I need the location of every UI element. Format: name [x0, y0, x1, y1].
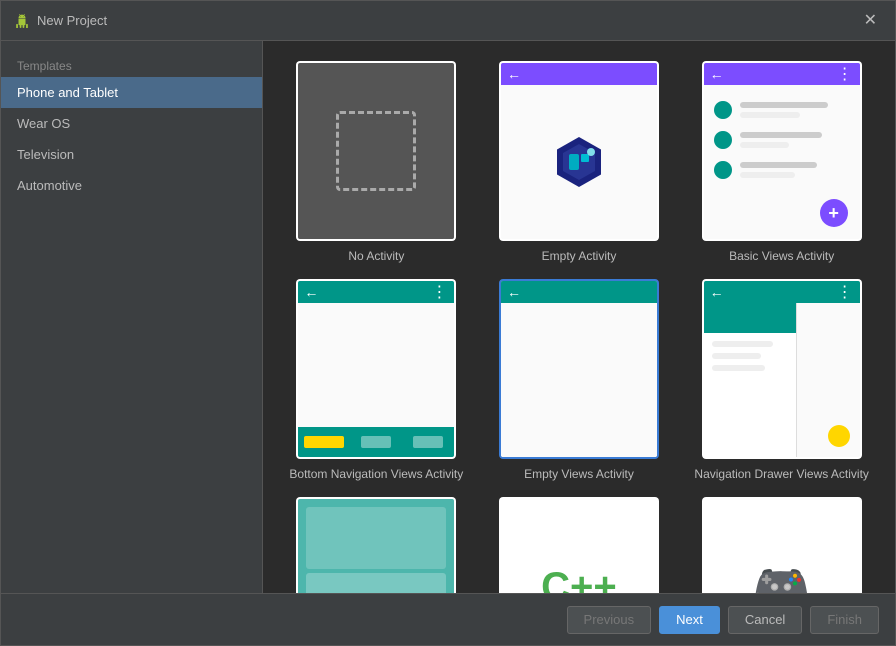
- fab-plus-icon: +: [820, 199, 848, 227]
- game-activity-visual: [298, 499, 454, 593]
- template-gamepad[interactable]: 🎮 Native Game Activity: [688, 497, 875, 593]
- template-empty-activity[interactable]: ←: [486, 61, 673, 263]
- dialog-footer: Previous Next Cancel Finish: [1, 593, 895, 645]
- template-no-activity[interactable]: No Activity: [283, 61, 470, 263]
- cancel-button[interactable]: Cancel: [728, 606, 802, 634]
- cpp-label: C++: [541, 565, 617, 594]
- template-label-empty-views: Empty Views Activity: [524, 467, 634, 481]
- template-nav-drawer[interactable]: ← ⋮: [688, 279, 875, 481]
- template-basic-views[interactable]: ← ⋮: [688, 61, 875, 263]
- new-project-dialog: New Project ✕ Templates Phone and Tablet…: [0, 0, 896, 646]
- sidebar: Templates Phone and Tablet Wear OS Telev…: [1, 41, 263, 593]
- template-grid: No Activity ←: [263, 41, 895, 593]
- dialog-title: New Project: [37, 13, 107, 28]
- template-thumb-nav-drawer: ← ⋮: [702, 279, 862, 459]
- drawer-header: [704, 303, 797, 333]
- overflow-bottomnav-icon: ⋮: [431, 282, 448, 302]
- template-thumb-empty-views: ←: [499, 279, 659, 459]
- bottom-nav-item-2: [350, 427, 402, 457]
- bottom-nav-item-3: [402, 427, 454, 457]
- next-button[interactable]: Next: [659, 606, 720, 634]
- topbar-teal-bottomnav: ← ⋮: [298, 281, 454, 303]
- topbar-teal-navdrawer: ← ⋮: [704, 281, 860, 303]
- empty-views-body: [501, 303, 657, 457]
- template-thumb-basic-views: ← ⋮: [702, 61, 862, 241]
- template-thumb-native-cpp: C++: [499, 497, 659, 593]
- cpp-visual: C++: [501, 499, 657, 593]
- topbar-purple: ←: [501, 63, 657, 85]
- back-arrow-navdrawer-icon: ←: [710, 284, 724, 300]
- back-arrow-basic-icon: ←: [710, 66, 724, 82]
- bottom-nav-bar: [298, 427, 454, 457]
- drawer-panel: [704, 303, 798, 457]
- template-native-cpp[interactable]: C++ Native C++: [486, 497, 673, 593]
- template-thumb-no-activity: [296, 61, 456, 241]
- template-empty-views[interactable]: ← Empty Views Activity: [486, 279, 673, 481]
- template-game-activity[interactable]: Game Activity: [283, 497, 470, 593]
- main-content: No Activity ←: [263, 41, 895, 593]
- template-thumb-bottom-nav: ← ⋮: [296, 279, 456, 459]
- template-thumb-empty-activity: ←: [499, 61, 659, 241]
- template-label-nav-drawer: Navigation Drawer Views Activity: [694, 467, 869, 481]
- topbar-purple-basic: ← ⋮: [704, 63, 860, 85]
- sidebar-item-wear-os[interactable]: Wear OS: [1, 108, 262, 139]
- bottom-nav-body: [298, 303, 454, 457]
- dialog-content: Templates Phone and Tablet Wear OS Telev…: [1, 41, 895, 593]
- sidebar-category: Templates: [1, 51, 262, 77]
- app-icon: [549, 132, 609, 192]
- template-label-bottom-nav: Bottom Navigation Views Activity: [289, 467, 463, 481]
- previous-button[interactable]: Previous: [567, 606, 652, 634]
- sidebar-item-phone-tablet[interactable]: Phone and Tablet: [1, 77, 262, 108]
- bottom-nav-item-1: [298, 427, 350, 457]
- template-label-empty-activity: Empty Activity: [542, 249, 617, 263]
- finish-button[interactable]: Finish: [810, 606, 879, 634]
- back-arrow-emptyviews-icon: ←: [507, 284, 521, 300]
- dashed-rect-icon: [336, 111, 416, 191]
- overflow-navdrawer-icon: ⋮: [837, 282, 854, 302]
- template-label-no-activity: No Activity: [348, 249, 404, 263]
- title-bar: New Project ✕: [1, 1, 895, 41]
- gamepad-icon: 🎮: [752, 559, 812, 594]
- template-thumb-gamepad: 🎮: [702, 497, 862, 593]
- sidebar-item-television[interactable]: Television: [1, 139, 262, 170]
- topbar-teal-emptyviews: ←: [501, 281, 657, 303]
- template-thumb-game-activity: [296, 497, 456, 593]
- empty-activity-body: [501, 85, 657, 239]
- sidebar-item-automotive[interactable]: Automotive: [1, 170, 262, 201]
- basic-views-body: +: [704, 85, 860, 239]
- overflow-icon: ⋮: [837, 64, 854, 84]
- back-arrow-icon: ←: [507, 66, 521, 82]
- back-arrow-bottomnav-icon: ←: [304, 284, 318, 300]
- gamepad-visual: 🎮: [704, 499, 860, 593]
- fab-yellow-icon: [828, 425, 850, 447]
- nav-drawer-body: [704, 303, 860, 457]
- template-bottom-nav[interactable]: ← ⋮: [283, 279, 470, 481]
- android-icon: [15, 14, 29, 28]
- template-label-basic-views: Basic Views Activity: [729, 249, 834, 263]
- close-button[interactable]: ✕: [860, 11, 881, 31]
- title-bar-left: New Project: [15, 13, 107, 28]
